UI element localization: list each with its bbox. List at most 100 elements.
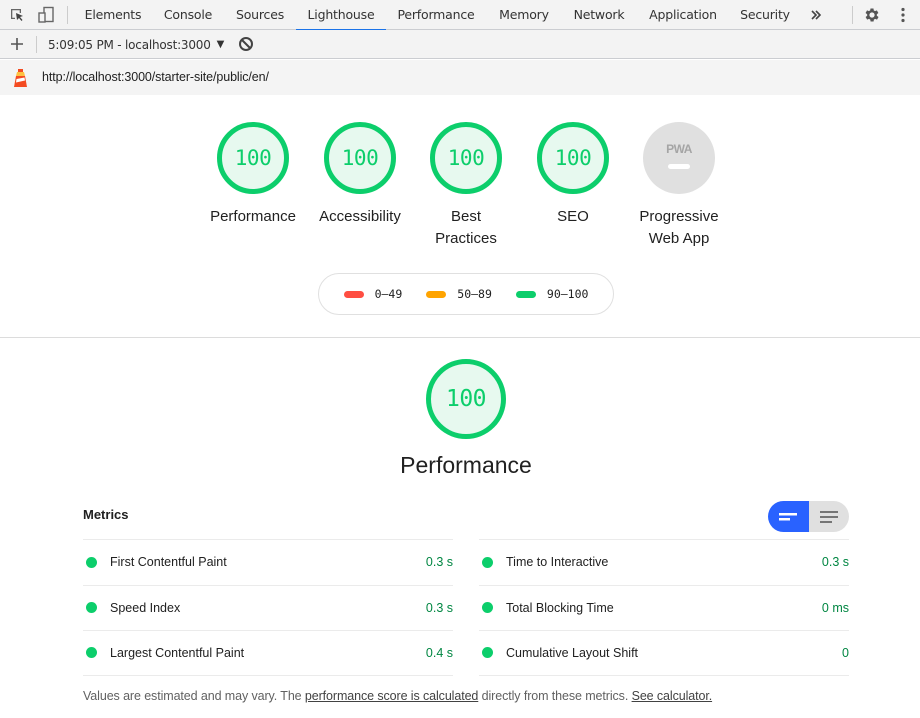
clear-reports-button[interactable] (238, 36, 255, 53)
metric-value: 0.4 s (425, 645, 453, 660)
lighthouse-toolbar: 5:09:05 PM - localhost:3000 ▼ (0, 30, 920, 59)
settings-button[interactable] (862, 5, 882, 25)
pass-dot-icon (482, 647, 493, 659)
devtools-tab-bar: Elements Console Sources Lighthouse Perf… (0, 0, 920, 31)
report-url-link[interactable]: http://localhost:3000/starter-site/publi… (42, 70, 269, 84)
gauge-pwa[interactable]: PWA Progressive Web App (624, 122, 734, 250)
legend-label: 90–100 (546, 287, 589, 301)
gauge-accessibility[interactable]: 100 Accessibility (305, 122, 415, 228)
pwa-badge-text: PWA (666, 141, 692, 156)
score-value: 100 (341, 146, 379, 170)
description-lines-icon (819, 510, 838, 523)
pass-dot-icon (86, 602, 97, 614)
metric-name: First Contentful Paint (110, 555, 227, 570)
legend-item-pass: 90–100 (515, 287, 589, 301)
score-scale-legend: 0–49 50–89 90–100 (318, 273, 614, 315)
pwa-badge: PWA (643, 122, 715, 194)
metric-name: Time to Interactive (506, 555, 609, 570)
tab-elements[interactable]: Elements (78, 0, 148, 30)
legend-label: 50–89 (457, 287, 492, 301)
footnote-text: directly from these metrics. (478, 689, 632, 703)
footnote-text: Values are estimated and may vary. The (83, 689, 305, 703)
report-selector-label: 5:09:05 PM - localhost:3000 (48, 37, 211, 52)
legend-item-average: 50–89 (426, 287, 492, 301)
tab-memory[interactable]: Memory (492, 0, 556, 30)
metric-value: 0 ms (821, 600, 849, 615)
metric-name: Total Blocking Time (506, 600, 614, 615)
toolbar-divider (67, 6, 68, 24)
see-calculator-link[interactable]: See calculator. (632, 689, 713, 703)
block-icon (239, 37, 253, 51)
compact-view-button[interactable] (768, 501, 809, 532)
gauge-label: Performance (210, 208, 296, 225)
toolbar-divider (852, 6, 853, 24)
metric-row: Largest Contentful Paint 0.4 s (83, 630, 453, 676)
legend-item-fail: 0–49 (343, 287, 403, 301)
legend-swatch-red (343, 290, 364, 298)
tab-application[interactable]: Application (642, 0, 724, 30)
tab-sources[interactable]: Sources (228, 0, 292, 30)
pwa-dash-icon (668, 163, 690, 169)
chevron-double-right-icon (811, 10, 822, 20)
inspect-element-button[interactable] (7, 5, 27, 25)
gauge-label: Best Practices (435, 208, 497, 247)
metric-value: 0.3 s (425, 555, 453, 570)
section-divider (0, 337, 920, 338)
device-toolbar-button[interactable] (36, 5, 56, 25)
metrics-view-toggle[interactable] (768, 501, 849, 532)
gauge-label: Progressive Web App (639, 208, 719, 247)
toolbar-divider (36, 36, 37, 53)
gauge-label: Accessibility (319, 208, 401, 225)
score-value: 100 (554, 146, 592, 170)
tab-network[interactable]: Network (566, 0, 632, 30)
score-ring: 100 (324, 122, 396, 194)
short-lines-icon (779, 512, 798, 520)
legend-label: 0–49 (374, 287, 403, 301)
tab-performance[interactable]: Performance (390, 0, 482, 30)
metric-row: Cumulative Layout Shift 0 (479, 630, 849, 676)
metric-row: Time to Interactive 0.3 s (479, 539, 849, 585)
metric-value: 0 (842, 645, 849, 660)
metric-name: Largest Contentful Paint (110, 645, 245, 660)
gear-icon (865, 8, 879, 22)
metrics-column-left: First Contentful Paint 0.3 s Speed Index… (83, 539, 453, 676)
metric-row: Speed Index 0.3 s (83, 584, 453, 631)
metrics-column-right: Time to Interactive 0.3 s Total Blocking… (479, 539, 849, 676)
plus-icon (11, 38, 23, 50)
new-report-button[interactable] (8, 34, 26, 54)
gauge-seo[interactable]: 100 SEO (518, 122, 628, 228)
pass-dot-icon (482, 556, 493, 568)
performance-score-value: 100 (445, 386, 487, 412)
performance-score-gauge: 100 (426, 359, 506, 439)
legend-swatch-orange (426, 290, 447, 298)
lighthouse-icon (14, 69, 27, 87)
customize-menu-button[interactable] (893, 5, 913, 25)
score-ring: 100 (430, 122, 502, 194)
gauge-label: SEO (557, 208, 589, 225)
tab-lighthouse[interactable]: Lighthouse (296, 0, 386, 31)
report-selector[interactable]: 5:09:05 PM - localhost:3000 ▼ (48, 36, 224, 53)
pass-dot-icon (482, 602, 493, 614)
dropdown-caret-icon: ▼ (216, 39, 225, 50)
tab-console[interactable]: Console (155, 0, 221, 30)
metrics-header: Metrics (83, 507, 129, 522)
gauge-performance[interactable]: 100 Performance (198, 122, 308, 228)
pass-dot-icon (86, 556, 97, 568)
metric-name: Speed Index (110, 600, 181, 615)
metric-value: 0.3 s (425, 600, 453, 615)
metric-row: Total Blocking Time 0 ms (479, 584, 849, 631)
metric-row: First Contentful Paint 0.3 s (83, 539, 453, 585)
gauge-best-practices[interactable]: 100 Best Practices (411, 122, 521, 250)
device-mode-icon (38, 6, 54, 23)
pass-dot-icon (86, 647, 97, 659)
more-tabs-button[interactable] (806, 5, 826, 25)
metrics-footnote: Values are estimated and may vary. The p… (83, 689, 712, 703)
performance-title: Performance (400, 452, 532, 478)
score-calculation-link[interactable]: performance score is calculated (305, 689, 478, 703)
report-url-bar: http://localhost:3000/starter-site/publi… (0, 60, 920, 95)
score-value: 100 (234, 146, 272, 170)
score-value: 100 (447, 146, 485, 170)
score-ring: 100 (537, 122, 609, 194)
expanded-view-button[interactable] (808, 501, 849, 532)
tab-security[interactable]: Security (734, 0, 796, 30)
